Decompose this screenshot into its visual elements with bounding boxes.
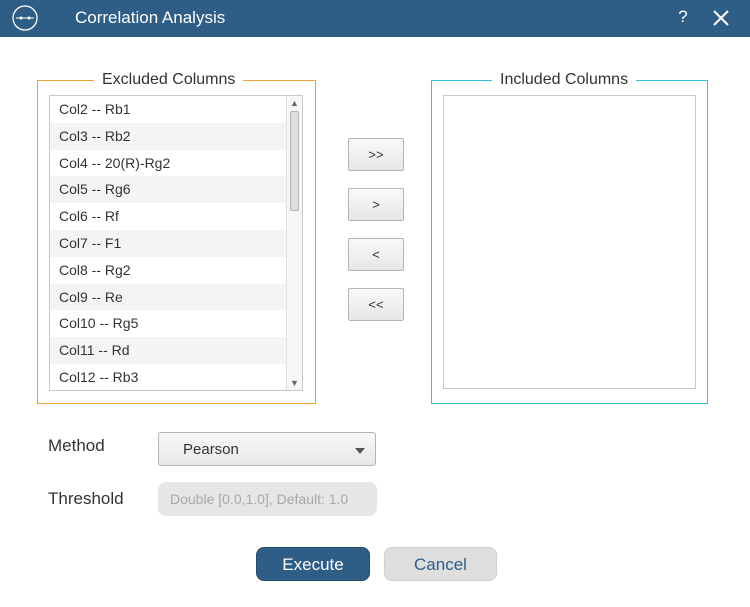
excluded-column-item[interactable]: Col4 -- 20(R)-Rg2 (50, 150, 286, 177)
add-button[interactable]: > (348, 188, 404, 221)
excluded-columns-group: Excluded Columns Col2 -- Rb1 Col3 -- Rb2 C… (37, 71, 316, 404)
threshold-input[interactable] (158, 482, 377, 516)
add-all-button[interactable]: >> (348, 138, 404, 171)
cancel-button[interactable]: Cancel (384, 547, 497, 581)
excluded-column-item[interactable]: Col7 -- F1 (50, 229, 286, 257)
chevron-down-icon (355, 448, 365, 454)
excluded-column-item[interactable]: Col8 -- Rg2 (50, 257, 286, 284)
excluded-column-item[interactable]: Col3 -- Rb2 (50, 122, 286, 150)
method-label: Method (48, 436, 105, 455)
included-columns-list[interactable] (443, 95, 696, 389)
scrollbar-thumb[interactable] (290, 111, 299, 211)
scroll-down-icon[interactable]: ▼ (287, 376, 302, 390)
title-bar: Correlation Analysis ? (0, 0, 750, 37)
excluded-column-item[interactable]: Col2 -- Rb1 (50, 96, 286, 123)
threshold-label: Threshold (48, 489, 124, 508)
excluded-column-item[interactable]: Col12 -- Rb3 (50, 364, 286, 390)
app-logo-icon (12, 5, 38, 31)
method-select[interactable]: Pearson (158, 432, 376, 466)
excluded-column-item[interactable]: Col10 -- Rg5 (50, 310, 286, 337)
excluded-list-scrollbar[interactable]: ▲ ▼ (286, 96, 302, 390)
scroll-up-icon[interactable]: ▲ (287, 96, 302, 110)
excluded-columns-list[interactable]: Col2 -- Rb1 Col3 -- Rb2 Col4 -- 20(R)-Rg2 C… (49, 95, 303, 391)
excluded-column-item[interactable]: Col5 -- Rg6 (50, 176, 286, 204)
help-button[interactable]: ? (675, 7, 691, 27)
remove-button[interactable]: < (348, 238, 404, 271)
method-selected-value: Pearson (183, 441, 239, 458)
window-title: Correlation Analysis (75, 8, 226, 27)
excluded-column-item[interactable]: Col6 -- Rf (50, 203, 286, 230)
excluded-column-item[interactable]: Col9 -- Re (50, 283, 286, 311)
execute-button[interactable]: Execute (256, 547, 370, 581)
included-columns-group: Included Columns (431, 71, 708, 404)
included-columns-label: Included Columns (492, 71, 637, 89)
close-icon[interactable] (711, 8, 731, 28)
excluded-column-item[interactable]: Col11 -- Rd (50, 337, 286, 364)
excluded-columns-label: Excluded Columns (94, 71, 244, 89)
remove-all-button[interactable]: << (348, 288, 404, 321)
excluded-columns-items: Col2 -- Rb1 Col3 -- Rb2 Col4 -- 20(R)-Rg2 C… (50, 96, 286, 390)
